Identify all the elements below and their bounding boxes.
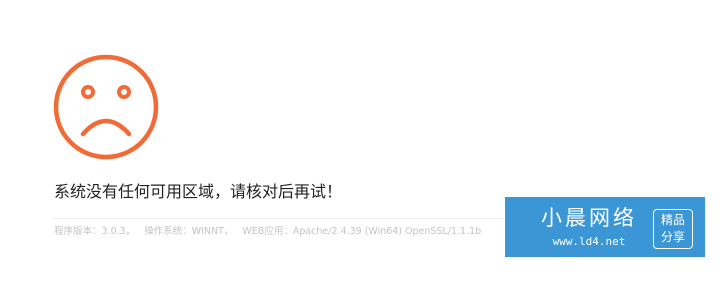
program-version: 程序版本：3.0.3， — [54, 226, 136, 237]
web-server: WEB应用：Apache/2.4.39 (Win64) OpenSSL/1.1.… — [242, 226, 482, 237]
operating-system: 操作系统：WINNT， — [144, 226, 234, 237]
watermark-banner: 小晨网络 www.ld4.net 精品 分享 — [505, 197, 705, 257]
watermark-badge: 精品 分享 — [653, 209, 693, 249]
server-info: 程序版本：3.0.3， 操作系统：WINNT， WEB应用：Apache/2.4.3… — [54, 225, 481, 239]
watermark-url: www.ld4.net — [552, 235, 626, 248]
sad-face-icon — [52, 53, 160, 161]
badge-line-2: 分享 — [660, 230, 685, 244]
badge-line-1: 精品 — [660, 213, 685, 227]
divider — [52, 218, 504, 219]
watermark-title: 小晨网络 — [541, 206, 637, 230]
error-message: 系统没有任何可用区域，请核对后再试！ — [54, 182, 343, 201]
